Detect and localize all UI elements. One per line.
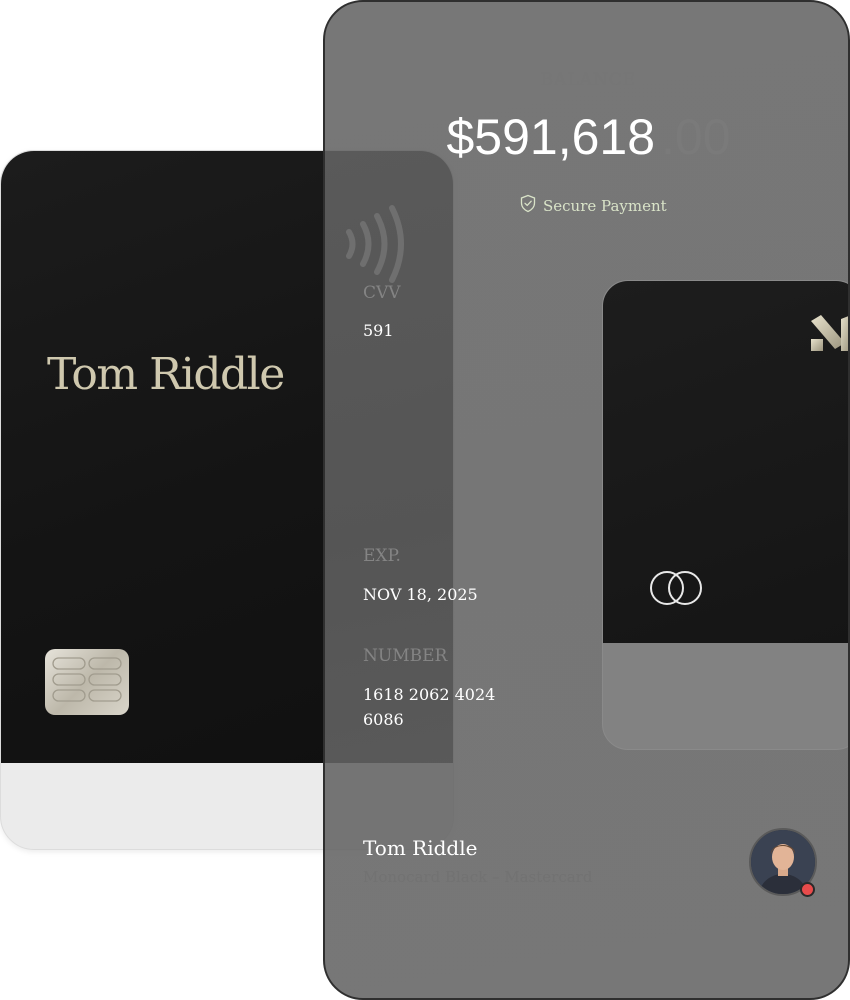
balance-cents: .00 — [661, 109, 731, 165]
cvv-value: 591 — [363, 321, 394, 340]
balance-main: $591,618 — [446, 109, 656, 165]
card-preview[interactable] — [602, 280, 848, 750]
mastercard-icon — [647, 569, 705, 611]
brand-logo-icon — [811, 315, 848, 359]
cvv-label: CVV — [363, 283, 401, 303]
number-value-line1: 1618 2062 4024 — [363, 685, 496, 704]
card-details-panel: BALANCE $591,618.00 Secure Payment CVV 5… — [323, 0, 850, 1000]
holder-name: Tom Riddle — [363, 836, 478, 860]
number-label: NUMBER — [363, 646, 448, 666]
secure-payment-badge: Secure Payment — [519, 194, 667, 217]
balance-amount: $591,618.00 — [325, 108, 848, 166]
card-type: Monocard Black – Mastercard — [363, 868, 593, 886]
number-value-line2: 6086 — [363, 710, 404, 729]
shield-check-icon — [519, 194, 537, 217]
contactless-icon — [339, 202, 419, 296]
exp-label: EXP. — [363, 546, 401, 566]
secure-payment-text: Secure Payment — [543, 196, 667, 215]
status-dot — [800, 882, 815, 897]
exp-value: NOV 18, 2025 — [363, 585, 478, 604]
chip-icon — [45, 649, 129, 715]
balance-label: BALANCE — [540, 70, 637, 90]
stage: Tom Riddle BALANCE $591,618 .00 Secure P… — [0, 0, 850, 1000]
card-cardholder-name: Tom Riddle — [47, 349, 285, 400]
